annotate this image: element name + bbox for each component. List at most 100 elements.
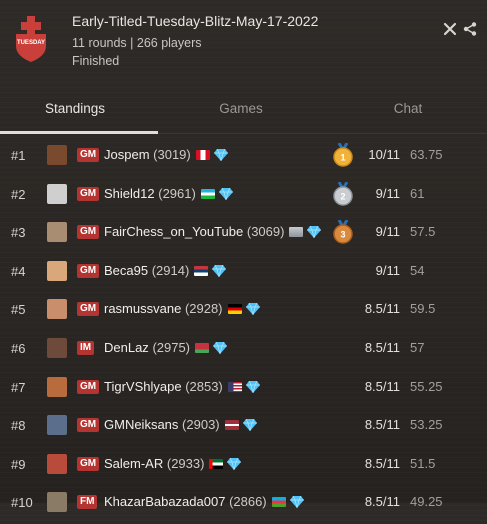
player-rating: (2866)	[229, 494, 267, 510]
share-icon[interactable]	[463, 22, 477, 36]
titled-tuesday-logo: TUESDAY	[12, 14, 50, 62]
avatar[interactable]	[47, 415, 67, 436]
standings-row[interactable]: #2 GM Shield12 (2961) 2 9/11 61	[0, 176, 487, 216]
silver-medal-icon: 2	[333, 180, 353, 206]
rank-label: #4	[11, 263, 26, 279]
player-name: Jospem	[104, 147, 150, 162]
player-rating: (3069)	[246, 224, 285, 240]
rank-label: #5	[11, 302, 26, 318]
standings-row[interactable]: #7 GM TigrVShlyape (2853) 8.5/11 55.25	[0, 369, 487, 409]
avatar[interactable]	[47, 376, 67, 397]
avatar[interactable]	[47, 338, 67, 358]
title-badge: GM	[77, 379, 100, 394]
score: 8.5/11	[364, 301, 400, 317]
avatar[interactable]	[47, 183, 67, 204]
germany-flag-icon	[227, 304, 242, 315]
diamond-icon	[213, 341, 228, 357]
title-badge: GM	[77, 225, 100, 240]
score: 8.5/11	[364, 378, 400, 394]
close-icon[interactable]	[443, 22, 457, 36]
standings-row[interactable]: #3 GM FairChess_on_YouTube (3069) 3 9/11…	[0, 214, 487, 254]
rank-label: #2	[11, 186, 26, 202]
title-badge: GM	[77, 148, 100, 162]
player-name-line[interactable]: GMNeiksans (2903)	[104, 417, 257, 434]
active-tab-indicator	[0, 131, 158, 134]
diamond-icon	[242, 419, 257, 434]
title-badge: FM	[77, 495, 98, 510]
player-name: Salem-AR	[104, 455, 164, 471]
tournament-header: TUESDAY Early-Titled-Tuesday-Blitz-May-1…	[0, 0, 487, 80]
score: 9/11	[375, 262, 400, 278]
player-name-line[interactable]: rasmussvane (2928)	[104, 301, 260, 318]
peru-flag-icon	[195, 150, 210, 160]
gold-medal-icon: 1	[333, 142, 353, 167]
tiebreak: 51.5	[410, 455, 436, 471]
avatar[interactable]	[47, 260, 67, 281]
tiebreak: 49.25	[410, 494, 443, 510]
standings-row[interactable]: #4 GM Beca95 (2914) 9/11 54	[0, 253, 487, 293]
player-rating: (2961)	[158, 185, 196, 201]
svg-text:TUESDAY: TUESDAY	[17, 40, 45, 46]
player-name-line[interactable]: Shield12 (2961)	[104, 186, 233, 203]
standings-row[interactable]: #8 GM GMNeiksans (2903) 8.5/11 53.25	[0, 407, 487, 447]
belarus-flag-icon	[195, 343, 210, 353]
player-name-line[interactable]: Salem-AR (2933)	[104, 455, 242, 473]
score: 9/11	[375, 185, 400, 201]
player-name-line[interactable]: FairChess_on_YouTube (3069)	[104, 224, 322, 241]
diamond-icon	[218, 187, 233, 203]
standings-row[interactable]: #1 GM Jospem (3019) 1 10/11 63.75	[0, 137, 487, 177]
score: 8.5/11	[364, 455, 400, 471]
tab-chat[interactable]: Chat	[333, 92, 483, 132]
player-name-line[interactable]: Beca95 (2914)	[104, 262, 227, 280]
player-name: Shield12	[104, 185, 155, 201]
standings-row[interactable]: #9 GM Salem-AR (2933) 8.5/11 51.5	[0, 446, 487, 486]
diamond-icon	[245, 380, 260, 396]
avatar[interactable]	[47, 145, 67, 165]
player-name-line[interactable]: Jospem (3019)	[104, 147, 228, 164]
avatar[interactable]	[47, 299, 67, 320]
title-badge: GM	[77, 418, 100, 433]
avatar[interactable]	[47, 492, 67, 513]
diamond-icon	[212, 264, 227, 280]
tournament-title: Early-Titled-Tuesday-Blitz-May-17-2022	[72, 13, 319, 29]
tiebreak: 53.25	[410, 417, 443, 433]
diamond-icon	[289, 496, 304, 511]
player-name-line[interactable]: TigrVShlyape (2853)	[104, 379, 260, 396]
title-badge: GM	[77, 302, 100, 317]
uzbekistan-flag-icon	[200, 188, 215, 199]
player-rating: (2903)	[182, 417, 220, 433]
azerbaijan-flag-icon	[271, 497, 286, 508]
player-name: KhazarBabazada007	[104, 494, 226, 510]
player-name: Beca95	[104, 262, 149, 278]
svg-text:3: 3	[340, 230, 345, 240]
tiebreak: 54	[410, 262, 425, 278]
latvia-flag-icon	[224, 420, 239, 431]
tiebreak: 63.75	[410, 147, 443, 162]
serbia-flag-icon	[194, 265, 209, 276]
avatar[interactable]	[47, 453, 67, 474]
tournament-status: Finished	[72, 54, 120, 68]
svg-text:1: 1	[340, 153, 345, 163]
title-badge: GM	[77, 186, 100, 201]
tab-standings[interactable]: Standings	[0, 92, 150, 132]
rank-label: #8	[11, 418, 26, 434]
avatar[interactable]	[47, 222, 67, 243]
standings-row[interactable]: #5 GM rasmussvane (2928) 8.5/11 59.5	[0, 291, 487, 331]
diamond-icon	[245, 303, 260, 318]
player-name-line[interactable]: DenLaz (2975)	[104, 340, 228, 357]
tiebreak: 57.5	[410, 224, 436, 240]
player-name: rasmussvane	[104, 301, 182, 317]
rank-label: #3	[11, 225, 26, 241]
player-rating: (2914)	[151, 262, 190, 278]
diamond-icon	[227, 457, 242, 473]
title-badge: GM	[77, 263, 100, 278]
player-rating: (2933)	[166, 455, 205, 471]
score: 8.5/11	[364, 340, 400, 355]
tournament-info: 11 rounds | 266 players	[72, 36, 202, 50]
diamond-icon	[213, 148, 228, 164]
standings-row[interactable]: #10 FM KhazarBabazada007 (2866) 8.5/11 4…	[0, 484, 487, 524]
rank-label: #9	[11, 456, 26, 472]
bronze-medal-icon: 3	[333, 219, 353, 244]
tab-games[interactable]: Games	[166, 92, 316, 132]
standings-row[interactable]: #6 IM DenLaz (2975) 8.5/11 57	[0, 330, 487, 370]
